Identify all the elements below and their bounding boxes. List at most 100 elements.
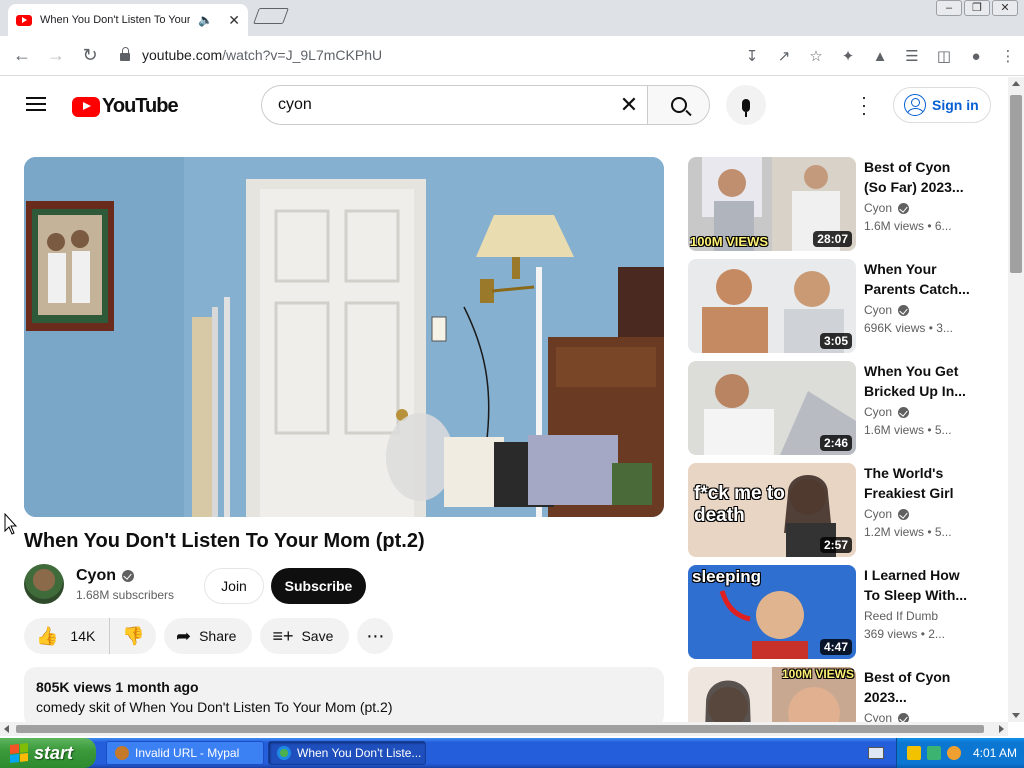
share-label: Share — [199, 628, 237, 644]
channel-avatar[interactable] — [24, 564, 64, 604]
arrow-right-icon[interactable]: → — [40, 40, 72, 72]
hamburger-menu-icon[interactable] — [26, 97, 46, 111]
dislike-button[interactable]: 👎 — [110, 627, 156, 645]
scroll-down-arrow-icon[interactable] — [1012, 713, 1020, 718]
video-player[interactable] — [24, 157, 664, 517]
recommendation-title[interactable]: I Learned How To Sleep With... — [864, 565, 974, 605]
video-thumbnail[interactable]: sleeping 4:47 — [688, 565, 856, 659]
start-button[interactable]: start — [0, 738, 96, 768]
recommendation-channel[interactable]: Cyon — [864, 405, 892, 419]
video-thumbnail[interactable]: 2:46 — [688, 361, 856, 455]
browser-tabstrip: When You Don't Listen To Your 🔈 ✕ – ❐ ✕ — [0, 0, 1024, 36]
horizontal-scrollbar[interactable] — [0, 722, 1008, 736]
recommendation-item[interactable]: sleeping 4:47 I Learned How To Sleep Wit… — [688, 565, 1000, 659]
taskbar-item-youtube[interactable]: When You Don't Liste... — [268, 741, 426, 765]
security-shield-icon[interactable] — [907, 746, 921, 760]
video-thumbnail[interactable]: 3:05 — [688, 259, 856, 353]
subscribe-button[interactable]: Subscribe — [271, 568, 366, 604]
recommendation-channel[interactable]: Reed If Dumb — [864, 609, 938, 623]
like-button[interactable]: 👍 14K — [24, 618, 111, 654]
extensions-puzzle-icon[interactable]: ✦ — [832, 40, 864, 72]
reload-icon[interactable]: ↻ — [74, 40, 106, 72]
recommendation-channel[interactable]: Cyon — [864, 303, 892, 317]
arrow-left-icon[interactable]: ← — [6, 40, 38, 72]
tab-title: When You Don't Listen To Your — [40, 14, 190, 26]
keyboard-icon[interactable] — [868, 747, 884, 759]
share-page-icon[interactable]: ↗ — [768, 40, 800, 72]
side-panel-icon[interactable]: ◫ — [928, 40, 960, 72]
windows-taskbar: start Invalid URL - Mypal When You Don't… — [0, 738, 1024, 768]
mypal-app-icon — [115, 746, 129, 760]
url-host: youtube.com — [142, 47, 223, 63]
star-bookmark-icon[interactable]: ☆ — [800, 40, 832, 72]
browser-tab-active[interactable]: When You Don't Listen To Your 🔈 ✕ — [8, 4, 248, 36]
save-label: Save — [301, 628, 334, 644]
browser-menu-icon[interactable]: ⋮ — [992, 40, 1024, 72]
recommendation-title[interactable]: The World's Freakiest Girl — [864, 463, 974, 503]
search-tray-icon[interactable] — [947, 746, 961, 760]
lock-icon[interactable] — [120, 47, 130, 61]
verified-check-icon — [898, 508, 910, 520]
install-icon[interactable]: ↧ — [736, 40, 768, 72]
settings-menu-icon[interactable]: · · · — [854, 88, 874, 122]
recommendation-item[interactable]: 100M VIEWS 28:07 Best of Cyon (So Far) 2… — [688, 157, 1000, 251]
recommendation-title[interactable]: When You Get Bricked Up In... — [864, 361, 974, 401]
url-text: youtube.com/watch?v=J_9L7mCKPhU — [142, 47, 382, 63]
horizontal-scroll-thumb[interactable] — [16, 725, 984, 733]
voice-search-button[interactable] — [726, 85, 766, 125]
recommendation-title[interactable]: When Your Parents Catch... — [864, 259, 974, 299]
recommendation-item[interactable]: f*ck me to death 2:57 The World's Freaki… — [688, 463, 1000, 557]
recommendation-item[interactable]: 2:46 When You Get Bricked Up In... Cyon … — [688, 361, 1000, 455]
taskbar-item-label: Invalid URL - Mypal — [135, 746, 240, 760]
video-thumbnail[interactable]: 100M VIEWS — [688, 667, 856, 722]
recommendation-channel[interactable]: Cyon — [864, 201, 892, 215]
clear-search-icon[interactable]: ✕ — [617, 94, 641, 118]
vertical-scroll-thumb[interactable] — [1010, 95, 1022, 273]
share-button[interactable]: ➦ Share — [164, 618, 253, 654]
more-actions-button[interactable]: ⋯ — [357, 618, 394, 654]
scroll-left-arrow-icon[interactable] — [4, 725, 9, 733]
taskbar-item-mypal[interactable]: Invalid URL - Mypal — [106, 741, 264, 765]
recommendation-item[interactable]: 100M VIEWS Best of Cyon 2023... Cyon — [688, 667, 1000, 722]
channel-name-row[interactable]: Cyon — [76, 567, 174, 585]
new-tab-button[interactable] — [253, 8, 289, 24]
media-queue-icon[interactable]: ☰ — [896, 40, 928, 72]
scroll-right-arrow-icon[interactable] — [999, 725, 1004, 733]
recommendation-channel[interactable]: Cyon — [864, 711, 892, 722]
description-box[interactable]: 805K views 1 month ago comedy skit of Wh… — [24, 667, 664, 727]
profile-icon[interactable]: ● — [960, 40, 992, 72]
network-icon[interactable] — [927, 746, 941, 760]
recommendation-title[interactable]: Best of Cyon (So Far) 2023... — [864, 157, 974, 197]
recommendation-views: 696K views • 3... — [864, 321, 953, 335]
address-bar[interactable]: youtube.com/watch?v=J_9L7mCKPhU — [110, 40, 710, 70]
search-button[interactable] — [647, 85, 710, 125]
recommendation-title[interactable]: Best of Cyon 2023... — [864, 667, 974, 707]
youtube-logo[interactable]: YouTube — [72, 95, 179, 118]
search-input[interactable]: cyon ✕ — [261, 85, 647, 125]
recommendation-item[interactable]: 3:05 When Your Parents Catch... Cyon 696… — [688, 259, 1000, 353]
join-button[interactable]: Join — [204, 568, 264, 604]
video-thumbnail[interactable]: 100M VIEWS 28:07 — [688, 157, 856, 251]
close-window-button[interactable]: ✕ — [992, 0, 1018, 16]
playlist-add-icon: ≡+ — [272, 626, 294, 646]
channel-name[interactable]: Cyon — [76, 567, 116, 585]
microphone-icon — [742, 98, 750, 117]
speaker-icon[interactable]: 🔈 — [198, 13, 213, 27]
description-text: comedy skit of When You Don't Listen To … — [36, 699, 393, 715]
recommendation-channel-row: Cyon — [864, 405, 974, 419]
recommendation-info: Best of Cyon 2023... Cyon — [864, 667, 974, 722]
scroll-up-arrow-icon[interactable] — [1012, 81, 1020, 86]
minimize-button[interactable]: – — [936, 0, 962, 16]
save-button[interactable]: ≡+ Save — [260, 618, 350, 654]
sign-in-button[interactable]: Sign in — [893, 87, 991, 123]
vertical-scrollbar[interactable] — [1008, 77, 1024, 722]
restore-button[interactable]: ❐ — [964, 0, 990, 16]
search-value: cyon — [278, 96, 312, 113]
clock: 4:01 AM — [973, 746, 1018, 760]
recommendation-channel[interactable]: Cyon — [864, 507, 892, 521]
video-thumbnail[interactable]: f*ck me to death 2:57 — [688, 463, 856, 557]
flask-icon[interactable]: ▲ — [864, 40, 896, 72]
recommendation-views: 1.6M views • 5... — [864, 423, 952, 437]
verified-check-icon — [898, 712, 910, 722]
close-tab-icon[interactable]: ✕ — [228, 12, 240, 29]
